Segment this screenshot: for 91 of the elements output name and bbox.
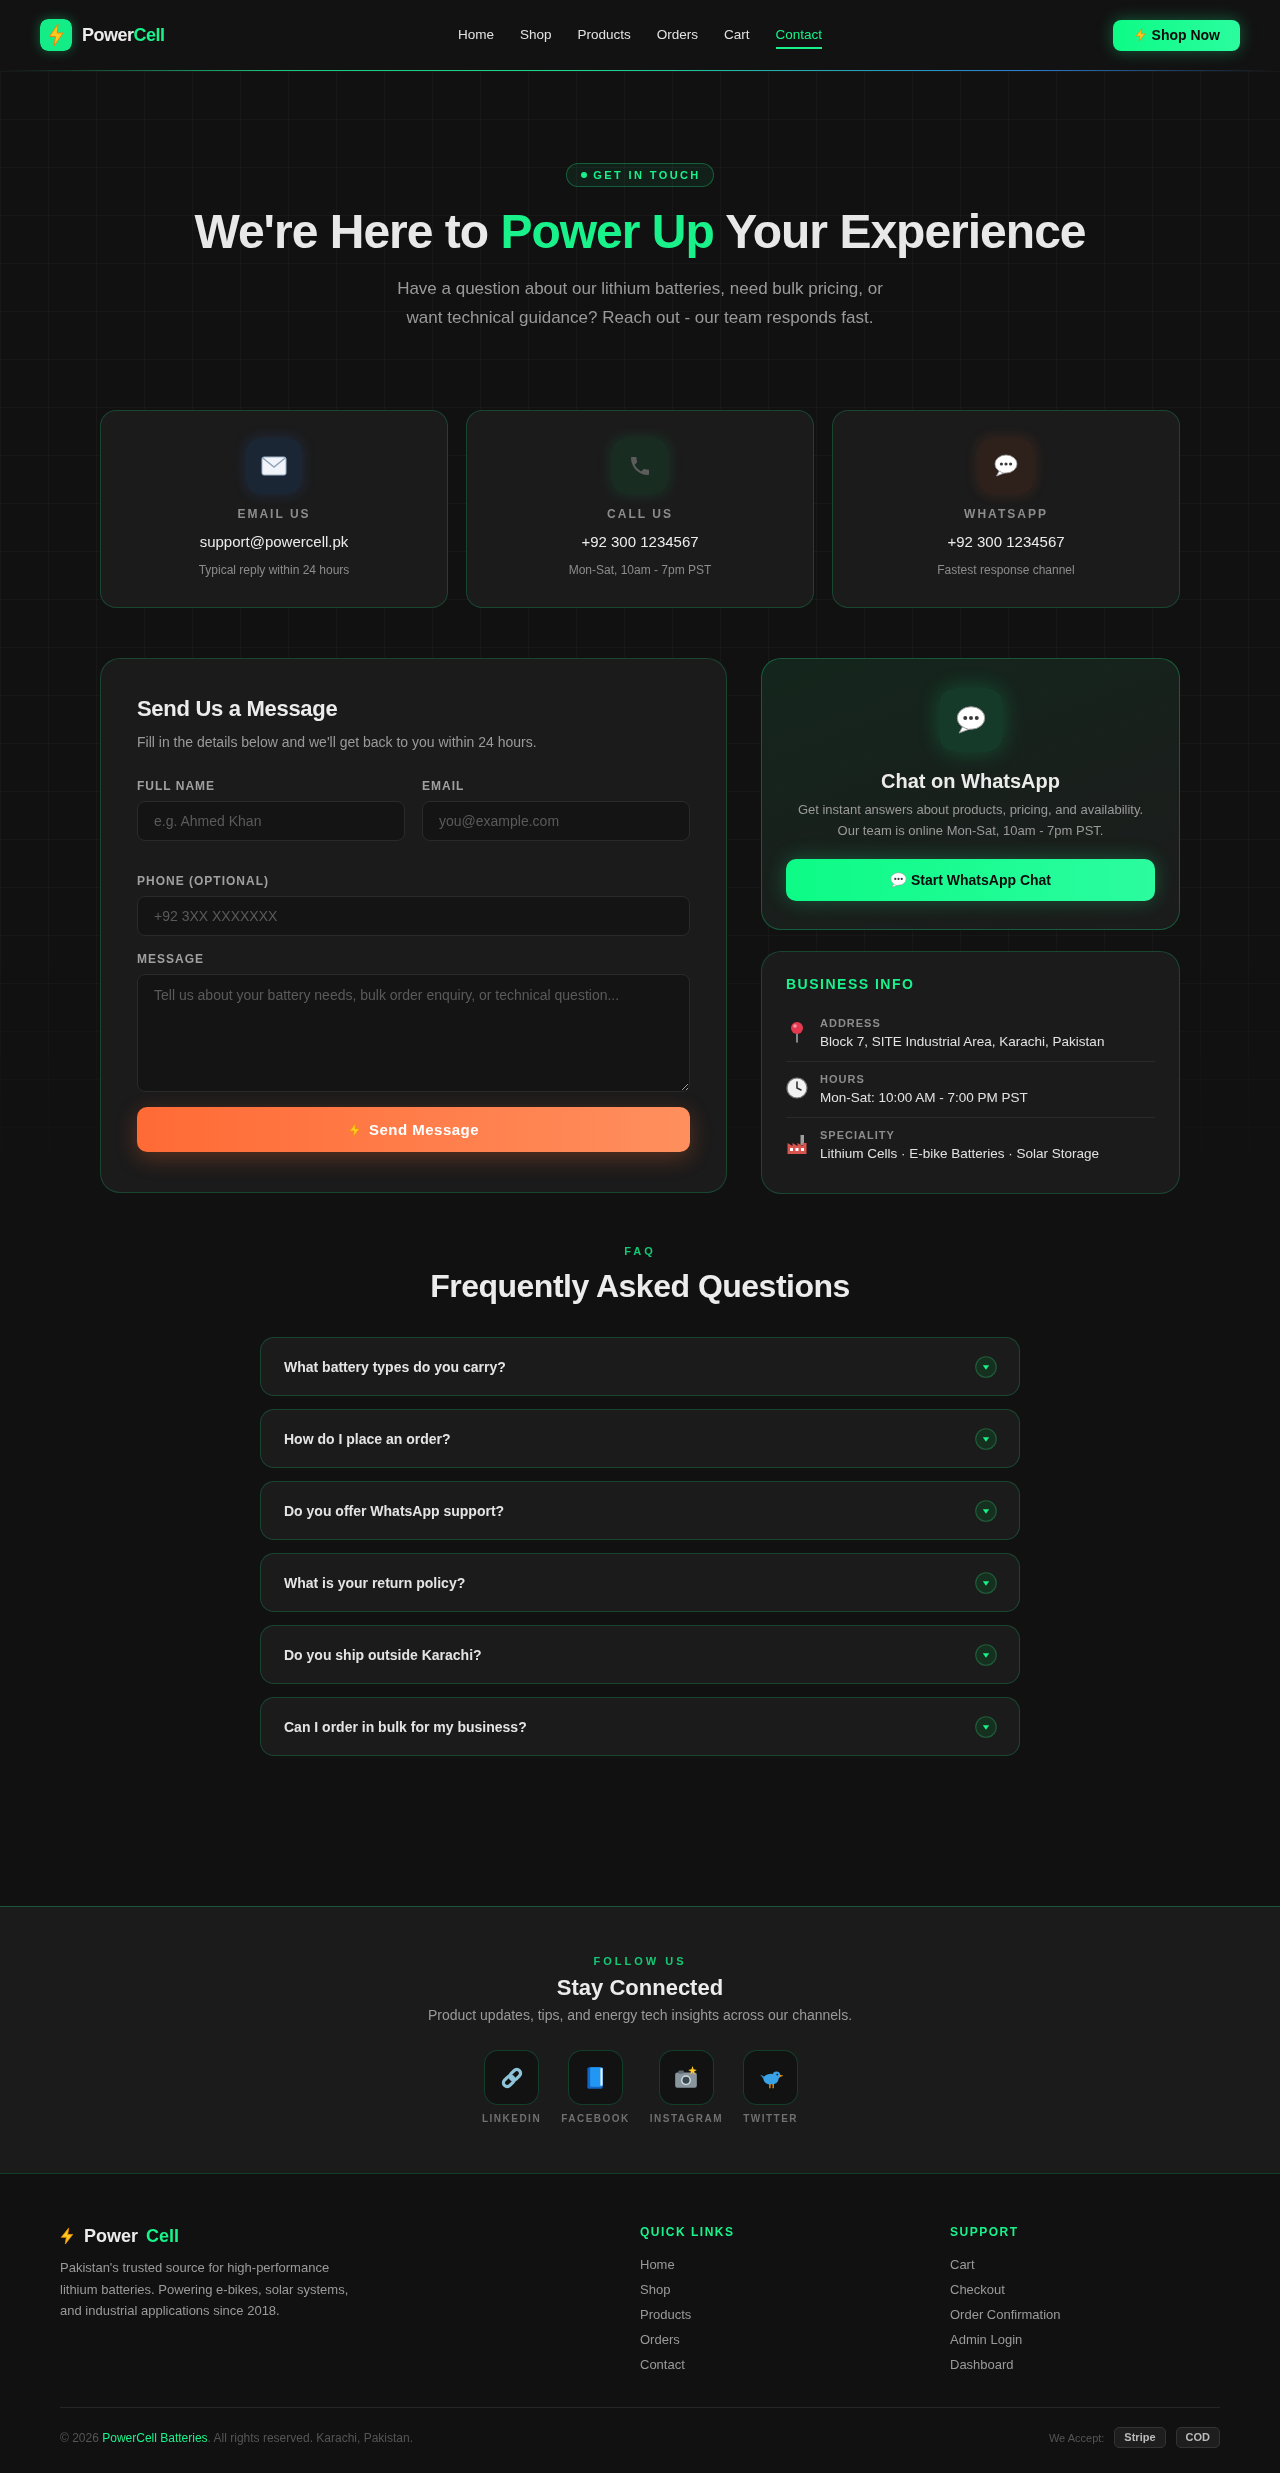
- footer-link[interactable]: Cart: [950, 2256, 975, 2274]
- faq-item[interactable]: What battery types do you carry?: [260, 1337, 1020, 1396]
- speech-bubble-icon: [938, 688, 1003, 752]
- payment-method: Stripe: [1114, 2427, 1166, 2448]
- text-field[interactable]: you@example.com: [422, 801, 690, 841]
- hero-title: We're Here to Power Up Your Experience: [193, 204, 1087, 260]
- contact-note: Mon-Sat, 10am - 7pm PST: [568, 562, 712, 579]
- field-label: PHONE (OPTIONAL): [137, 873, 270, 889]
- contact-label: EMAIL US: [237, 506, 311, 522]
- info-label: HOURS: [820, 1072, 866, 1086]
- form-title: Send Us a Message: [137, 695, 339, 723]
- nav-link[interactable]: Contact: [775, 21, 823, 49]
- footer-link[interactable]: Admin Login: [950, 2331, 1023, 2349]
- phone-icon: [612, 438, 668, 494]
- footer-link[interactable]: PowerCell Batteries: [102, 2430, 208, 2445]
- brand-name[interactable]: PowerCell: [82, 24, 165, 46]
- hero-subtitle: Have a question about our lithium batteries, need bulk pricing, or want technical guidance? Reach out - our team responds fast.: [396, 278, 884, 329]
- social-label: LINKEDIN: [481, 2112, 542, 2126]
- section-eyebrow: FOLLOW US: [592, 1954, 688, 1968]
- nav-link[interactable]: Shop: [519, 21, 552, 49]
- footer-heading: QUICK LINKS: [640, 2224, 736, 2240]
- info-value: Lithium Cells · E-bike Batteries · Solar Storage: [820, 1145, 1100, 1163]
- social-button[interactable]: [743, 2050, 799, 2105]
- speech-bubble-icon: [978, 438, 1034, 494]
- footer-link[interactable]: Dashboard: [950, 2356, 1014, 2374]
- info-value: Mon-Sat: 10:00 AM - 7:00 PM PST: [820, 1089, 1028, 1107]
- contact-value: +92 300 1234567: [947, 532, 1065, 552]
- footer-heading: SUPPORT: [950, 2224, 1020, 2240]
- speech-bubble-icon: [890, 872, 907, 888]
- shop-now-button[interactable]: Shop Now: [1112, 19, 1240, 51]
- contact-value: +92 300 1234567: [581, 532, 699, 552]
- nav-link[interactable]: Products: [577, 21, 631, 49]
- contact-note: Fastest response channel: [937, 562, 1075, 579]
- nav-link[interactable]: Orders: [656, 21, 698, 49]
- contact-label: WHATSAPP: [964, 506, 1048, 522]
- bolt-icon: [347, 1121, 361, 1138]
- card-heading: BUSINESS INFO: [786, 975, 916, 994]
- payment-method: COD: [1175, 2427, 1220, 2448]
- footer-brand-name: Power Cell: [84, 2225, 180, 2248]
- bolt-icon: [60, 2227, 74, 2245]
- footer-link[interactable]: Orders: [640, 2331, 680, 2349]
- faq-item[interactable]: How do I place an order?: [260, 1409, 1020, 1468]
- faq-item[interactable]: Do you ship outside Karachi?: [260, 1625, 1020, 1684]
- factory-icon: [786, 1133, 808, 1155]
- whatsapp-chat-button[interactable]: Start WhatsApp Chat: [786, 859, 1155, 901]
- tag-label: GET IN TOUCH: [593, 169, 701, 181]
- social-label: INSTAGRAM: [649, 2112, 724, 2126]
- section-subtitle: Product updates, tips, and energy tech insights across our channels.: [426, 2006, 854, 2025]
- bolt-icon: [1134, 28, 1146, 42]
- contact-label: CALL US: [607, 506, 673, 522]
- message-field[interactable]: Tell us about your battery needs, bulk order enquiry, or technical question...: [137, 974, 690, 1092]
- info-label: ADDRESS: [820, 1016, 882, 1030]
- text-field[interactable]: +92 3XX XXXXXXX: [137, 896, 690, 936]
- card-description: Get instant answers about products, pricing, and availability. Our team is online Mon-Sat, 10am - 7pm PST.: [796, 801, 1145, 840]
- contact-note: Typical reply within 24 hours: [198, 562, 350, 579]
- footer-link[interactable]: Products: [640, 2306, 692, 2324]
- footer-link[interactable]: Home: [640, 2256, 675, 2274]
- footer-link[interactable]: Contact: [640, 2356, 685, 2374]
- field-label: MESSAGE: [137, 951, 205, 967]
- footer-link[interactable]: Shop: [640, 2281, 671, 2299]
- form-subtitle: Fill in the details below and we'll get back to you within 24 hours.: [137, 733, 538, 752]
- footer-description: Pakistan's trusted source for high-performance lithium batteries. Powering e-bikes, solar systems, and industrial applications since 2018.: [60, 2259, 350, 2320]
- footer-link[interactable]: Checkout: [950, 2281, 1005, 2299]
- social-label: TWITTER: [743, 2112, 799, 2126]
- logo-icon: [40, 19, 72, 51]
- card-title: Chat on WhatsApp: [880, 769, 1061, 794]
- dot-icon: [581, 172, 588, 178]
- social-button[interactable]: [567, 2050, 623, 2105]
- contact-value: support@powercell.pk: [199, 532, 349, 552]
- field-label: FULL NAME: [137, 778, 217, 794]
- copyright-text: © 2026 PowerCell Batteries. All rights reserved. Karachi, Pakistan.: [60, 2429, 414, 2447]
- nav-link[interactable]: Cart: [724, 21, 750, 49]
- section-title: Frequently Asked Questions: [429, 1267, 851, 1306]
- social-button[interactable]: [658, 2050, 714, 2105]
- envelope-icon: [246, 438, 302, 494]
- faq-item[interactable]: Do you offer WhatsApp support?: [260, 1481, 1020, 1540]
- footer-link[interactable]: Order Confirmation: [950, 2306, 1061, 2324]
- faq-item[interactable]: Can I order in bulk for my business?: [260, 1697, 1020, 1756]
- section-eyebrow: FAQ: [623, 1244, 657, 1258]
- payment-label: We Accept:: [1048, 2431, 1105, 2444]
- section-title: Stay Connected: [555, 1974, 725, 2002]
- faq-item[interactable]: What is your return policy?: [260, 1553, 1020, 1612]
- field-label: EMAIL: [422, 778, 466, 794]
- text-field[interactable]: e.g. Ahmed Khan: [137, 801, 405, 841]
- social-label: FACEBOOK: [561, 2112, 630, 2126]
- social-button[interactable]: [484, 2050, 539, 2105]
- info-label: SPECIALITY: [820, 1128, 896, 1142]
- clock-icon: [786, 1077, 808, 1099]
- camera-icon: [673, 2064, 700, 2091]
- info-value: Block 7, SITE Industrial Area, Karachi, Pakistan: [820, 1033, 1105, 1051]
- nav-link[interactable]: Home: [457, 21, 494, 49]
